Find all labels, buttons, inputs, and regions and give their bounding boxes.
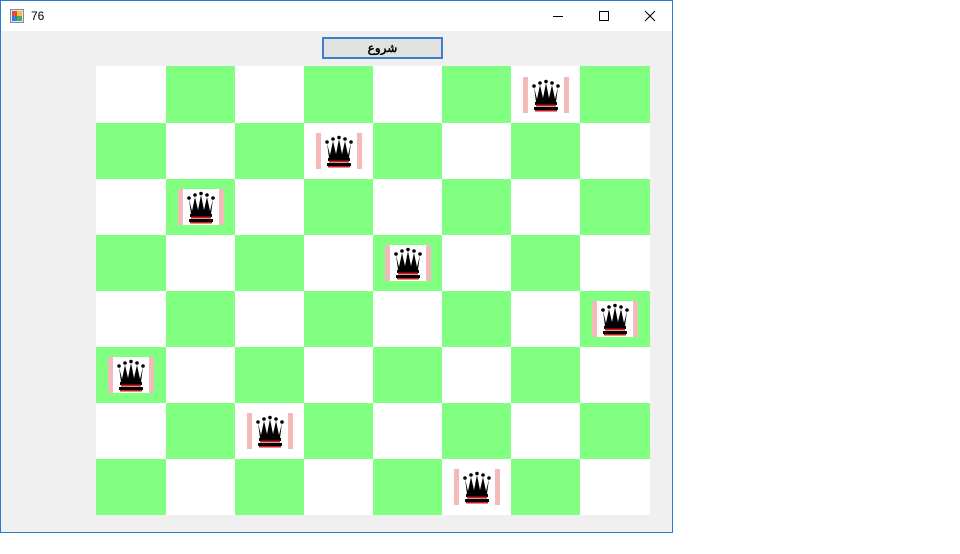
queen-icon [453,469,500,505]
board-cell-r2-c5[interactable] [442,179,511,235]
board-cell-r5-c0[interactable] [96,347,166,403]
close-icon [644,10,656,22]
board-cell-r7-c1[interactable] [166,459,235,515]
maximize-icon [599,11,609,21]
board-cell-r3-c7[interactable] [580,235,650,291]
board-cell-r1-c2[interactable] [235,123,304,179]
board-cell-r6-c1[interactable] [166,403,235,459]
board-cell-r0-c0[interactable] [96,66,166,123]
board-cell-r5-c5[interactable] [442,347,511,403]
board-cell-r4-c5[interactable] [442,291,511,347]
board-cell-r7-c4[interactable] [373,459,442,515]
board-cell-r4-c6[interactable] [511,291,580,347]
board-cell-r3-c5[interactable] [442,235,511,291]
board-cell-r0-c6[interactable] [511,66,580,123]
queen-icon [522,76,569,113]
board-cell-r2-c6[interactable] [511,179,580,235]
queen-icon [108,357,154,393]
board-cell-r1-c6[interactable] [511,123,580,179]
board-cell-r3-c0[interactable] [96,235,166,291]
board-cell-r7-c7[interactable] [580,459,650,515]
board-cell-r0-c7[interactable] [580,66,650,123]
board-cell-r5-c1[interactable] [166,347,235,403]
chess-board [96,66,650,515]
board-cell-r0-c4[interactable] [373,66,442,123]
board-cell-r5-c2[interactable] [235,347,304,403]
board-cell-r6-c3[interactable] [304,403,373,459]
board-cell-r2-c1[interactable] [166,179,235,235]
queen-icon [246,413,293,449]
title-bar[interactable]: 76 [1,1,672,31]
board-cell-r3-c4[interactable] [373,235,442,291]
board-cell-r2-c3[interactable] [304,179,373,235]
board-cell-r6-c7[interactable] [580,403,650,459]
board-cell-r2-c4[interactable] [373,179,442,235]
minimize-icon [553,16,563,17]
queen-icon [384,245,431,281]
board-cell-r6-c5[interactable] [442,403,511,459]
board-cell-r0-c5[interactable] [442,66,511,123]
board-cell-r7-c3[interactable] [304,459,373,515]
window-title: 76 [31,9,45,23]
board-cell-r4-c0[interactable] [96,291,166,347]
board-cell-r4-c4[interactable] [373,291,442,347]
board-cell-r7-c6[interactable] [511,459,580,515]
board-cell-r1-c7[interactable] [580,123,650,179]
board-cell-r7-c0[interactable] [96,459,166,515]
queen-icon [177,189,224,225]
queen-icon [592,301,638,337]
board-cell-r0-c2[interactable] [235,66,304,123]
close-button[interactable] [627,1,673,31]
start-button[interactable]: شروع [322,37,443,59]
board-cell-r6-c6[interactable] [511,403,580,459]
board-cell-r4-c7[interactable] [580,291,650,347]
board-cell-r1-c5[interactable] [442,123,511,179]
board-cell-r4-c2[interactable] [235,291,304,347]
board-cell-r1-c1[interactable] [166,123,235,179]
board-cell-r3-c3[interactable] [304,235,373,291]
board-cell-r5-c7[interactable] [580,347,650,403]
board-cell-r4-c1[interactable] [166,291,235,347]
board-cell-r5-c4[interactable] [373,347,442,403]
board-cell-r3-c1[interactable] [166,235,235,291]
queen-icon [315,133,362,169]
maximize-button[interactable] [581,1,627,31]
board-cell-r1-c0[interactable] [96,123,166,179]
minimize-button[interactable] [535,1,581,31]
board-cell-r3-c2[interactable] [235,235,304,291]
board-cell-r0-c3[interactable] [304,66,373,123]
board-cell-r7-c2[interactable] [235,459,304,515]
board-cell-r5-c6[interactable] [511,347,580,403]
board-cell-r2-c7[interactable] [580,179,650,235]
board-cell-r2-c0[interactable] [96,179,166,235]
board-cell-r1-c3[interactable] [304,123,373,179]
board-cell-r4-c3[interactable] [304,291,373,347]
board-cell-r2-c2[interactable] [235,179,304,235]
app-window: 76 شروع [0,0,673,533]
board-cell-r7-c5[interactable] [442,459,511,515]
board-cell-r5-c3[interactable] [304,347,373,403]
app-icon [10,9,24,23]
board-cell-r6-c2[interactable] [235,403,304,459]
board-cell-r6-c0[interactable] [96,403,166,459]
board-cell-r0-c1[interactable] [166,66,235,123]
board-cell-r6-c4[interactable] [373,403,442,459]
board-cell-r3-c6[interactable] [511,235,580,291]
board-cell-r1-c4[interactable] [373,123,442,179]
